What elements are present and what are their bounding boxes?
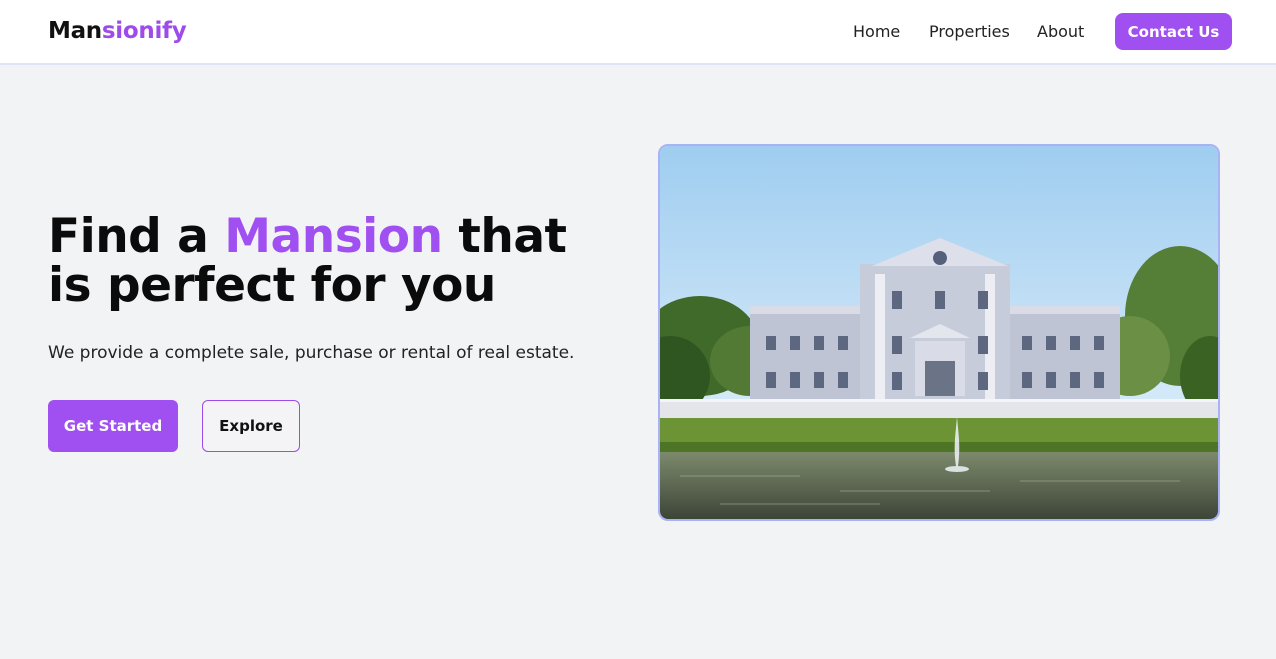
nav-properties-link[interactable]: Properties [929,22,1010,41]
contact-us-button[interactable]: Contact Us [1115,13,1232,50]
nav-home-link[interactable]: Home [853,22,900,41]
logo-accent: sionify [101,18,187,44]
hero-subtitle: We provide a complete sale, purchase or … [48,343,575,363]
hero-title-part1: Find a [48,209,225,264]
logo[interactable]: Mansionify [48,18,187,44]
navbar: Mansionify Home Properties About Contact… [0,0,1276,65]
explore-button[interactable]: Explore [202,400,300,452]
get-started-button[interactable]: Get Started [48,400,178,452]
mansion-photo-icon [660,146,1218,519]
nav-about-link[interactable]: About [1037,22,1084,41]
hero-mansion-image [658,144,1220,521]
logo-prefix: Man [48,18,102,44]
hero-title-accent: Mansion [224,209,443,264]
hero-title: Find a Mansion that is perfect for you [48,212,608,310]
